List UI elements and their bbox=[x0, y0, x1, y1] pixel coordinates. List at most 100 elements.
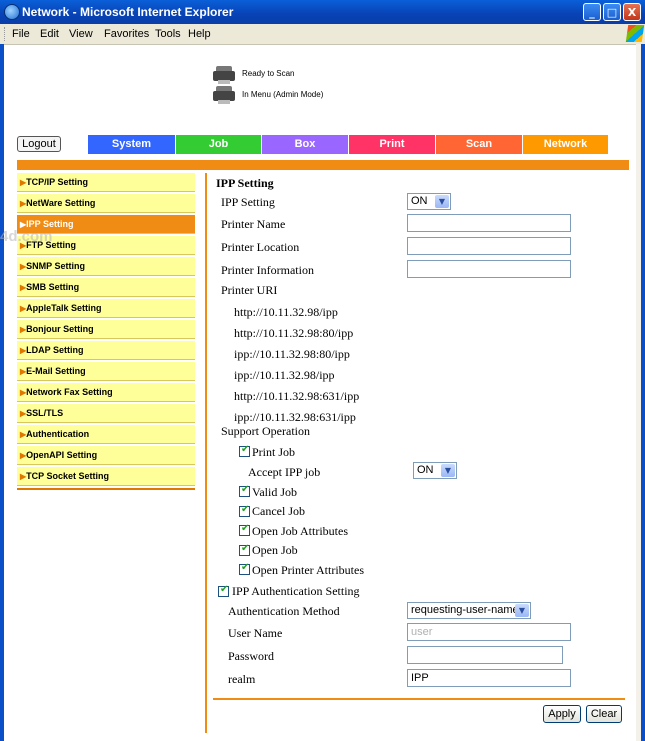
clear-button[interactable]: Clear bbox=[586, 705, 622, 723]
printer-uri-item: http://10.11.32.98:80/ipp bbox=[234, 326, 354, 340]
menu-tools[interactable]: Tools bbox=[155, 28, 181, 40]
password-label: Password bbox=[228, 649, 275, 663]
user-name-label: User Name bbox=[228, 626, 283, 640]
scanner-icon bbox=[213, 66, 237, 84]
header-divider bbox=[17, 160, 629, 170]
sidebar-item-smb-setting[interactable]: ▶SMB Setting bbox=[17, 278, 195, 297]
printer-location-label: Printer Location bbox=[221, 240, 300, 254]
windows-logo-icon bbox=[625, 25, 645, 42]
window-title-bar: Network - Microsoft Internet Explorer _ … bbox=[0, 0, 645, 24]
open-job-attributes-checkbox[interactable]: ✔ bbox=[239, 523, 250, 536]
sidebar-item-tcp-ip-setting[interactable]: ▶TCP/IP Setting bbox=[17, 173, 195, 192]
chevron-down-icon: ▼ bbox=[515, 604, 529, 617]
print-job-label: Print Job bbox=[252, 445, 296, 459]
tab-scan[interactable]: Scan bbox=[436, 135, 523, 154]
menu-edit[interactable]: Edit bbox=[40, 28, 59, 40]
sidebar-item-e-mail-setting[interactable]: ▶E-Mail Setting bbox=[17, 362, 195, 381]
print-job-checkbox[interactable]: ✔ bbox=[239, 444, 250, 457]
tab-network[interactable]: Network bbox=[523, 135, 609, 154]
sidebar-item-label: SSL/TLS bbox=[26, 408, 64, 418]
open-job-attributes-label: Open Job Attributes bbox=[252, 524, 348, 538]
printer-name-input[interactable] bbox=[407, 214, 571, 232]
tab-system[interactable]: System bbox=[88, 135, 176, 154]
printer-information-label: Printer Information bbox=[221, 263, 314, 277]
open-printer-attributes-label: Open Printer Attributes bbox=[252, 563, 364, 577]
authentication-method-value: requesting-user-name bbox=[411, 604, 519, 616]
ipp-setting-label: IPP Setting bbox=[221, 195, 275, 209]
sidebar-item-label: Network Fax Setting bbox=[26, 387, 113, 397]
checkmark-icon: ✔ bbox=[241, 523, 250, 534]
toolbar-grip bbox=[4, 27, 8, 41]
ipp-setting-value: ON bbox=[411, 195, 428, 207]
printer-icon bbox=[213, 86, 237, 104]
password-input[interactable] bbox=[407, 646, 563, 664]
sidebar-item-snmp-setting[interactable]: ▶SNMP Setting bbox=[17, 257, 195, 276]
status-ready-text: Ready to Scan bbox=[242, 69, 295, 78]
sidebar-bottom-border bbox=[17, 488, 195, 490]
sidebar-item-label: TCP Socket Setting bbox=[26, 471, 110, 481]
tab-box[interactable]: Box bbox=[262, 135, 349, 154]
printer-uri-item: ipp://10.11.32.98:80/ipp bbox=[234, 347, 350, 361]
menu-help[interactable]: Help bbox=[188, 28, 211, 40]
sidebar-item-ssl-tls[interactable]: ▶SSL/TLS bbox=[17, 404, 195, 423]
maximize-button[interactable]: □ bbox=[603, 3, 621, 21]
printer-information-input[interactable] bbox=[407, 260, 571, 278]
support-operation-label: Support Operation bbox=[221, 424, 310, 438]
printer-uri-item: http://10.11.32.98:631/ipp bbox=[234, 389, 360, 403]
authentication-method-select[interactable]: requesting-user-name ▼ bbox=[407, 602, 531, 619]
chevron-down-icon: ▼ bbox=[441, 464, 455, 477]
accept-ipp-job-select[interactable]: ON ▼ bbox=[413, 462, 457, 479]
sidebar-item-authentication[interactable]: ▶Authentication bbox=[17, 425, 195, 444]
menu-bar: File Edit View Favorites Tools Help bbox=[0, 24, 645, 45]
printer-uri-item: http://10.11.32.98/ipp bbox=[234, 305, 338, 319]
checkmark-icon: ✔ bbox=[241, 444, 250, 455]
printer-name-label: Printer Name bbox=[221, 217, 286, 231]
watermark-text: 4d.com bbox=[0, 228, 53, 245]
sidebar-item-label: E-Mail Setting bbox=[26, 366, 86, 376]
menu-favorites[interactable]: Favorites bbox=[104, 28, 149, 40]
authentication-method-label: Authentication Method bbox=[228, 604, 340, 618]
ipp-setting-select[interactable]: ON ▼ bbox=[407, 193, 451, 210]
checkmark-icon: ✔ bbox=[220, 584, 229, 595]
page-title: IPP Setting bbox=[216, 176, 274, 190]
internet-explorer-icon bbox=[4, 4, 20, 20]
sidebar-item-network-fax-setting[interactable]: ▶Network Fax Setting bbox=[17, 383, 195, 402]
tab-job[interactable]: Job bbox=[176, 135, 262, 154]
checkmark-icon: ✔ bbox=[241, 504, 250, 515]
form-divider bbox=[213, 698, 625, 700]
sidebar-item-netware-setting[interactable]: ▶NetWare Setting bbox=[17, 194, 195, 213]
menu-file[interactable]: File bbox=[12, 28, 30, 40]
sidebar-item-appletalk-setting[interactable]: ▶AppleTalk Setting bbox=[17, 299, 195, 318]
sidebar-item-label: AppleTalk Setting bbox=[26, 303, 102, 313]
valid-job-checkbox[interactable]: ✔ bbox=[239, 484, 250, 497]
sidebar-item-ldap-setting[interactable]: ▶LDAP Setting bbox=[17, 341, 195, 360]
close-button[interactable]: X bbox=[623, 3, 641, 21]
realm-label: realm bbox=[228, 672, 256, 686]
ipp-authentication-checkbox[interactable]: ✔ bbox=[218, 584, 229, 597]
sidebar-item-label: OpenAPI Setting bbox=[26, 450, 98, 460]
realm-input[interactable]: IPP bbox=[407, 669, 571, 687]
sidebar: ▶TCP/IP Setting ▶NetWare Setting ▶IPP Sett… bbox=[17, 173, 195, 490]
sidebar-item-bonjour-setting[interactable]: ▶Bonjour Setting bbox=[17, 320, 195, 339]
status-mode-text: In Menu (Admin Mode) bbox=[242, 90, 324, 99]
valid-job-label: Valid Job bbox=[252, 485, 297, 499]
accept-ipp-job-value: ON bbox=[417, 464, 434, 476]
open-printer-attributes-checkbox[interactable]: ✔ bbox=[239, 562, 250, 575]
logout-button[interactable]: Logout bbox=[17, 136, 61, 152]
content-divider bbox=[205, 173, 207, 733]
printer-location-input[interactable] bbox=[407, 237, 571, 255]
cancel-job-checkbox[interactable]: ✔ bbox=[239, 504, 250, 517]
menu-view[interactable]: View bbox=[69, 28, 93, 40]
sidebar-item-openapi-setting[interactable]: ▶OpenAPI Setting bbox=[17, 446, 195, 465]
open-job-label: Open Job bbox=[252, 543, 298, 557]
printer-uri-label: Printer URI bbox=[221, 283, 278, 297]
apply-button[interactable]: Apply bbox=[543, 705, 581, 723]
checkmark-icon: ✔ bbox=[241, 543, 250, 554]
sidebar-item-label: SMB Setting bbox=[26, 282, 80, 292]
user-name-input[interactable]: user bbox=[407, 623, 571, 641]
minimize-button[interactable]: _ bbox=[583, 3, 601, 21]
printer-uri-item: ipp://10.11.32.98:631/ipp bbox=[234, 410, 356, 424]
open-job-checkbox[interactable]: ✔ bbox=[239, 543, 250, 556]
sidebar-item-tcp-socket-setting[interactable]: ▶TCP Socket Setting bbox=[17, 467, 195, 486]
tab-print[interactable]: Print bbox=[349, 135, 436, 154]
